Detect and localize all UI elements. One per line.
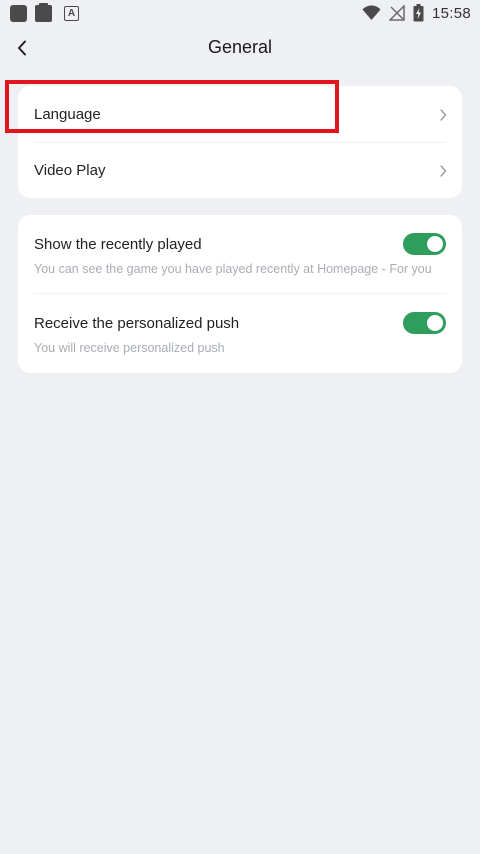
toggle-knob bbox=[427, 236, 443, 252]
status-time: 15:58 bbox=[431, 4, 471, 22]
recently-played-row: Show the recently played You can see the… bbox=[18, 215, 462, 293]
personalized-push-toggle[interactable] bbox=[403, 312, 446, 334]
page-title: General bbox=[207, 37, 273, 57]
status-bar: A 15:58 bbox=[0, 0, 480, 28]
no-signal-icon bbox=[388, 5, 405, 21]
language-label: Language bbox=[34, 106, 101, 123]
wifi-icon bbox=[362, 5, 381, 20]
video-play-row[interactable]: Video Play bbox=[18, 143, 462, 198]
app-icon bbox=[10, 5, 27, 22]
toggles-card: Show the recently played You can see the… bbox=[18, 215, 462, 373]
chevron-right-icon bbox=[440, 109, 447, 121]
chevron-right-icon bbox=[440, 165, 447, 177]
clipboard-icon bbox=[35, 3, 52, 22]
toggle-knob bbox=[427, 315, 443, 331]
navigation-card: Language Video Play bbox=[18, 86, 462, 198]
personalized-push-row: Receive the personalized push You will r… bbox=[18, 294, 462, 373]
header: General bbox=[0, 28, 480, 68]
keyboard-a-icon: A bbox=[64, 6, 79, 21]
recently-played-description: You can see the game you have played rec… bbox=[34, 262, 432, 276]
status-bar-right: 15:58 bbox=[362, 4, 471, 22]
recently-played-label: Show the recently played bbox=[34, 236, 202, 253]
video-play-label: Video Play bbox=[34, 162, 106, 179]
personalized-push-label: Receive the personalized push bbox=[34, 315, 240, 332]
battery-charging-icon bbox=[413, 4, 424, 22]
language-row[interactable]: Language bbox=[18, 86, 462, 142]
recently-played-toggle[interactable] bbox=[403, 233, 446, 255]
status-bar-left: A bbox=[10, 3, 79, 22]
personalized-push-description: You will receive personalized push bbox=[34, 341, 225, 355]
